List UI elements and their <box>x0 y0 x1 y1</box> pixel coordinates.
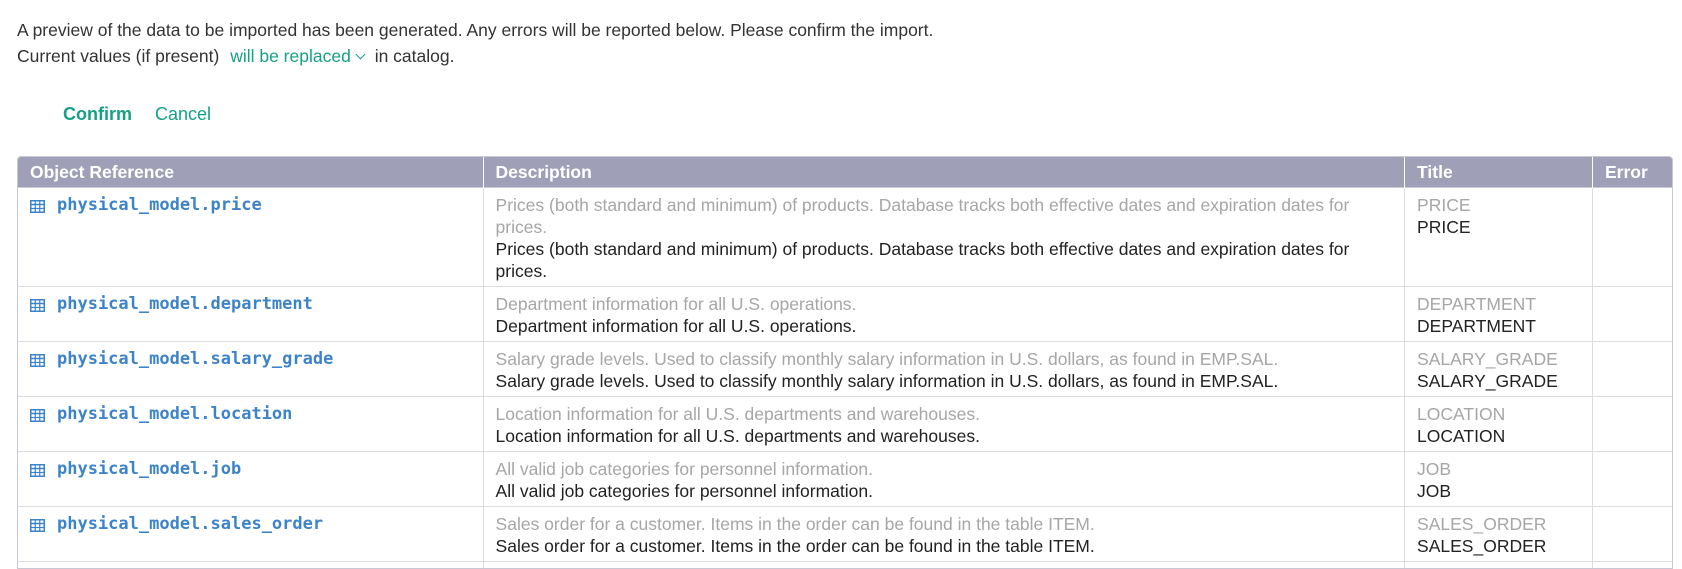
object-reference-text: physical_model.location <box>57 404 293 424</box>
table-row: physical_model.price Prices (both standar… <box>18 187 1672 287</box>
description-current-value: Prices (both standard and minimum) of pr… <box>495 195 1350 237</box>
cell-description: Sales order for a customer. Items in the… <box>483 506 1406 562</box>
object-reference-text: physical_model.department <box>57 294 313 314</box>
cell-description <box>483 561 1406 568</box>
replace-mode-label: will be replaced <box>230 46 351 66</box>
title-imported-value: JOB <box>1417 481 1452 501</box>
description-imported-value: Sales order for a customer. Items in the… <box>495 536 1095 556</box>
description-current-value: All valid job categories for personnel i… <box>495 459 873 479</box>
cell-error <box>1592 396 1672 452</box>
object-reference-text: physical_model.sales_order <box>57 514 324 534</box>
import-preview-intro: A preview of the data to be imported has… <box>17 17 933 69</box>
cell-object-reference: physical_model.salary_grade <box>18 341 484 397</box>
intro-line-2-suffix: in catalog. <box>374 46 455 66</box>
column-header-error[interactable]: Error <box>1592 157 1672 188</box>
object-reference-link[interactable]: physical_model.sales_order <box>30 513 323 535</box>
cell-object-reference: physical_model.price <box>18 187 484 287</box>
object-reference-link[interactable]: physical_model.price <box>30 194 262 216</box>
description-imported-value: All valid job categories for personnel i… <box>495 481 873 501</box>
cell-error <box>1592 286 1672 342</box>
title-current-value: DEPARTMENT <box>1417 294 1536 314</box>
column-header-description[interactable]: Description <box>483 157 1406 188</box>
column-header-title[interactable]: Title <box>1404 157 1593 188</box>
cell-title <box>1404 561 1593 568</box>
title-imported-value: LOCATION <box>1417 426 1506 446</box>
table-icon <box>30 461 45 477</box>
cell-title: JOB JOB <box>1404 451 1593 507</box>
import-preview-table: Object Reference Description Title Error… <box>17 156 1673 569</box>
description-imported-value: Salary grade levels. Used to classify mo… <box>495 371 1279 391</box>
description-imported-value: Department information for all U.S. oper… <box>495 316 857 336</box>
cell-description: All valid job categories for personnel i… <box>483 451 1406 507</box>
table-icon <box>30 406 45 422</box>
title-imported-value: SALES_ORDER <box>1417 536 1547 556</box>
description-imported-value: Location information for all U.S. depart… <box>495 426 980 446</box>
table-row: physical_model.job All valid job categori… <box>18 451 1672 507</box>
table-row: physical_model.location Location informat… <box>18 396 1672 452</box>
table-row: physical_model.sales_order Sales order fo… <box>18 506 1672 562</box>
description-imported-value: Prices (both standard and minimum) of pr… <box>495 239 1350 281</box>
intro-line-1: A preview of the data to be imported has… <box>17 20 934 40</box>
cell-description: Location information for all U.S. depart… <box>483 396 1406 452</box>
cell-title: PRICE PRICE <box>1404 187 1593 287</box>
table-icon <box>30 296 45 312</box>
table-icon <box>30 197 45 213</box>
title-current-value: JOB <box>1417 459 1452 479</box>
title-imported-value: SALARY_GRADE <box>1417 371 1558 391</box>
table-body: physical_model.price Prices (both standar… <box>18 187 1672 568</box>
description-current-value: Department information for all U.S. oper… <box>495 294 857 314</box>
chevron-down-icon <box>355 49 366 60</box>
intro-line-2-prefix: Current values (if present) <box>17 46 220 66</box>
description-current-value: Sales order for a customer. Items in the… <box>495 514 1095 534</box>
cell-error <box>1592 451 1672 507</box>
cell-title: DEPARTMENT DEPARTMENT <box>1404 286 1593 342</box>
cell-error <box>1592 561 1672 568</box>
object-reference-text: physical_model.salary_grade <box>57 349 334 369</box>
table-icon <box>30 351 45 367</box>
import-actions: Confirm Cancel <box>63 101 211 127</box>
object-reference-link[interactable]: physical_model.job <box>30 458 241 480</box>
cancel-button[interactable]: Cancel <box>155 101 211 127</box>
title-current-value: PRICE <box>1417 195 1471 215</box>
cell-object-reference: physical_model.sales_order <box>18 506 484 562</box>
table-header-row: Object Reference Description Title Error <box>18 157 1672 188</box>
object-reference-link[interactable]: physical_model.salary_grade <box>30 348 333 370</box>
title-current-value: LOCATION <box>1417 404 1506 424</box>
cell-object-reference: physical_model.department <box>18 286 484 342</box>
cell-title: LOCATION LOCATION <box>1404 396 1593 452</box>
object-reference-text: physical_model.price <box>57 195 262 215</box>
object-reference-text: physical_model.job <box>57 459 242 479</box>
table-row: physical_model.salary_grade Salary grade … <box>18 341 1672 397</box>
cell-error <box>1592 506 1672 562</box>
cell-error <box>1592 187 1672 287</box>
cell-description: Salary grade levels. Used to classify mo… <box>483 341 1406 397</box>
table-row-partial <box>18 561 1672 568</box>
table-row: physical_model.department Department info… <box>18 286 1672 342</box>
description-current-value: Salary grade levels. Used to classify mo… <box>495 349 1279 369</box>
intro-line-2: Current values (if present) will be repl… <box>17 43 933 69</box>
cell-title: SALARY_GRADE SALARY_GRADE <box>1404 341 1593 397</box>
object-reference-link[interactable]: physical_model.department <box>30 293 313 315</box>
column-header-object-reference[interactable]: Object Reference <box>18 157 484 188</box>
replace-mode-dropdown[interactable]: will be replaced <box>230 46 366 66</box>
title-current-value: SALES_ORDER <box>1417 514 1547 534</box>
table-icon <box>30 516 45 532</box>
cell-object-reference: physical_model.job <box>18 451 484 507</box>
title-current-value: SALARY_GRADE <box>1417 349 1558 369</box>
cell-description: Prices (both standard and minimum) of pr… <box>483 187 1406 287</box>
object-reference-link[interactable]: physical_model.location <box>30 403 292 425</box>
title-imported-value: PRICE <box>1417 217 1471 237</box>
cell-object-reference <box>18 561 484 568</box>
cell-object-reference: physical_model.location <box>18 396 484 452</box>
title-imported-value: DEPARTMENT <box>1417 316 1536 336</box>
cell-error <box>1592 341 1672 397</box>
cell-title: SALES_ORDER SALES_ORDER <box>1404 506 1593 562</box>
description-current-value: Location information for all U.S. depart… <box>495 404 980 424</box>
cell-description: Department information for all U.S. oper… <box>483 286 1406 342</box>
confirm-button[interactable]: Confirm <box>63 101 132 127</box>
